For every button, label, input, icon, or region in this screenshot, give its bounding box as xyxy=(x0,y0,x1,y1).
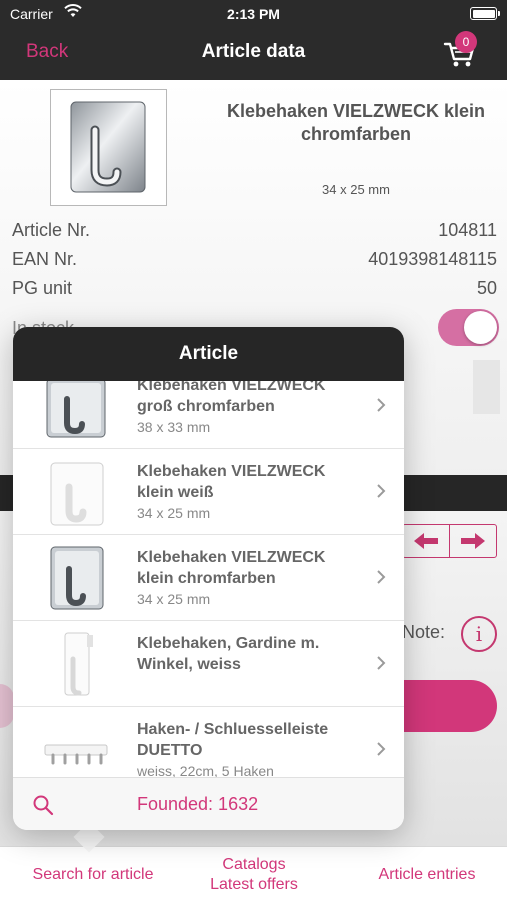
tab-catalogs-line2: Latest offers xyxy=(210,876,298,893)
hook-rack-image xyxy=(43,715,109,777)
tab-catalogs[interactable]: Catalogs Latest offers xyxy=(186,855,322,895)
field-value: 50 xyxy=(476,278,497,298)
chrome-hook-image xyxy=(43,381,109,441)
item-size: 34 x 25 mm xyxy=(137,505,211,521)
item-name: Klebehaken VIELZWECK klein weiß xyxy=(137,463,326,501)
tab-bar: Search for article Catalogs Latest offer… xyxy=(0,846,507,900)
article-list[interactable]: Klebehaken VIELZWECK groß chromfarben 38… xyxy=(13,381,404,777)
navigation-bar: Back Article data 0 xyxy=(0,28,507,80)
article-popover: Article Klebehaken VIELZWECK groß chromf… xyxy=(13,327,404,830)
chevron-right-icon xyxy=(377,742,386,756)
product-image xyxy=(50,89,167,206)
field-label: EAN Nr. xyxy=(12,249,78,269)
info-button[interactable]: i xyxy=(461,616,497,652)
chevron-right-icon xyxy=(377,398,386,412)
cart-count-badge: 0 xyxy=(455,31,477,53)
tab-catalogs-line1: Catalogs xyxy=(222,856,286,873)
tab-article-entries[interactable]: Article entries xyxy=(350,865,504,885)
item-name: Klebehaken VIELZWECK klein chromfarben xyxy=(137,549,326,587)
product-size: 34 x 25 mm xyxy=(322,182,390,197)
chevron-right-icon xyxy=(377,656,386,670)
list-item[interactable]: Haken- / Schluesselleiste DUETTO weiss, … xyxy=(13,707,404,777)
white-hook-image xyxy=(43,457,109,527)
previous-button[interactable] xyxy=(403,525,449,557)
found-count: Founded: 1632 xyxy=(137,794,259,814)
chevron-right-icon xyxy=(377,484,386,498)
list-item[interactable]: Klebehaken VIELZWECK groß chromfarben 38… xyxy=(13,381,404,449)
popover-footer: Founded: 1632 xyxy=(13,777,404,830)
search-icon xyxy=(33,795,54,816)
white-angle-hook-image xyxy=(43,629,109,699)
tab-search-article[interactable]: Search for article xyxy=(8,865,178,885)
arrow-right-icon xyxy=(461,533,485,549)
list-item[interactable]: Klebehaken VIELZWECK klein chromfarben 3… xyxy=(13,535,404,621)
page-title: Article data xyxy=(201,41,306,62)
back-button[interactable]: Back xyxy=(26,41,68,63)
info-icon: i xyxy=(475,622,483,646)
clock: 2:13 PM xyxy=(227,6,280,22)
field-label: PG unit xyxy=(12,278,73,298)
battery-icon xyxy=(470,7,500,20)
item-name: Haken- / Schluesselleiste DUETTO xyxy=(137,721,329,759)
item-name: Klebehaken VIELZWECK groß chromfarben xyxy=(137,381,326,415)
next-button[interactable] xyxy=(449,525,496,557)
item-size: 38 x 33 mm xyxy=(137,419,211,435)
list-item[interactable]: Klebehaken VIELZWECK klein weiß 34 x 25 … xyxy=(13,449,404,535)
field-value: 4019398148115 xyxy=(368,249,497,269)
field-value: 104811 xyxy=(438,220,497,240)
add-to-cart-button[interactable] xyxy=(402,680,497,732)
pg-unit-row: PG unit 50 xyxy=(12,278,497,306)
item-size: 34 x 25 mm xyxy=(137,591,211,607)
article-number-row: Article Nr. 104811 xyxy=(12,220,497,248)
status-bar: Carrier 2:13 PM xyxy=(0,0,507,28)
ean-number-row: EAN Nr. 4019398148115 xyxy=(12,249,497,277)
toggle-knob xyxy=(464,311,497,344)
arrow-left-icon xyxy=(414,533,438,549)
navigation-arrows xyxy=(402,524,497,558)
list-item[interactable]: Klebehaken, Gardine m. Winkel, weiss xyxy=(13,621,404,707)
item-description: weiss, 22cm, 5 Haken xyxy=(137,763,274,777)
product-name: Klebehaken VIELZWECK klein chromfarben xyxy=(226,101,486,144)
gray-field xyxy=(473,360,500,414)
item-name: Klebehaken, Gardine m. Winkel, weiss xyxy=(137,635,320,673)
note-label: Note: xyxy=(402,622,446,642)
popover-title: Article xyxy=(13,327,404,381)
chevron-right-icon xyxy=(377,570,386,584)
field-label: Article Nr. xyxy=(12,220,91,240)
chrome-hook-image xyxy=(43,543,109,613)
in-stock-toggle[interactable] xyxy=(438,309,499,346)
